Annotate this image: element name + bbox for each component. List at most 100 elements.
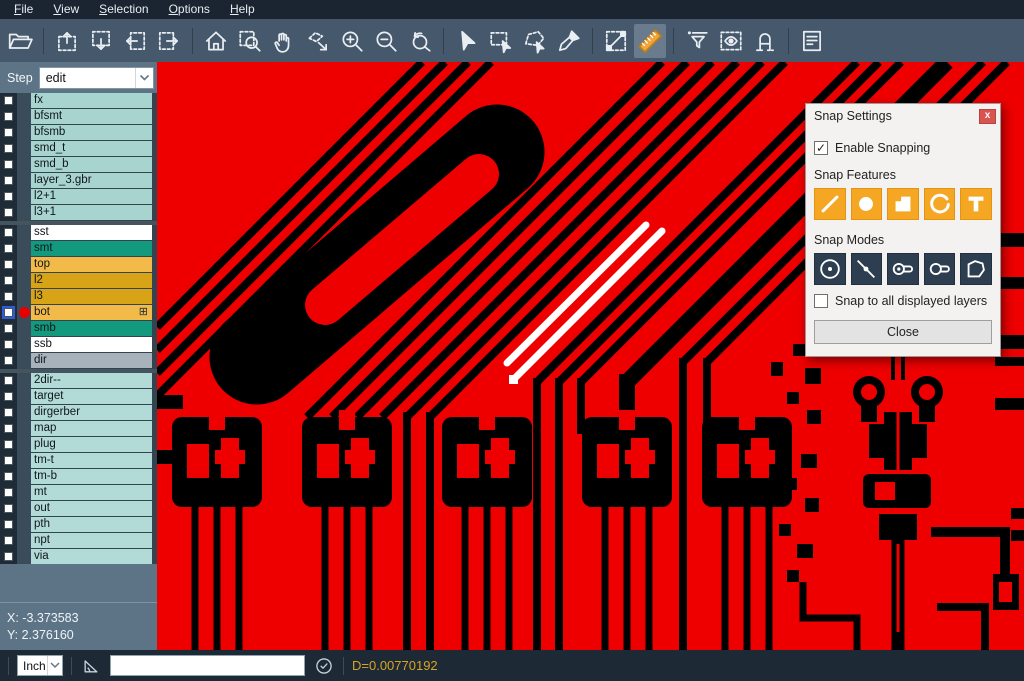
layer-name[interactable]: ssb — [31, 337, 152, 352]
zoom-in-button[interactable] — [336, 24, 368, 58]
layer-visibility-checkbox[interactable] — [4, 324, 13, 333]
layer-name[interactable]: 2dir-- — [31, 373, 152, 388]
zoom-previous-button[interactable] — [404, 24, 436, 58]
layer-name[interactable]: bot⊞ — [31, 305, 152, 320]
layer-visibility-checkbox[interactable] — [4, 392, 13, 401]
measure-distance-button[interactable] — [600, 24, 632, 58]
layer-name[interactable]: bfsmb — [31, 125, 152, 140]
layer-visibility-checkbox[interactable] — [4, 112, 13, 121]
layer-visibility-checkbox[interactable] — [4, 456, 13, 465]
close-icon[interactable]: x — [979, 109, 996, 124]
layer-row-mt[interactable]: mt — [0, 485, 157, 500]
layer-name[interactable]: l3 — [31, 289, 152, 304]
layer-visibility-checkbox[interactable] — [4, 340, 13, 349]
layer-row-npt[interactable]: npt — [0, 533, 157, 548]
layer-row-out[interactable]: out — [0, 501, 157, 516]
menu-item-file[interactable]: File — [4, 0, 43, 19]
select-polygon-button[interactable] — [519, 24, 551, 58]
layer-visibility-checkbox[interactable] — [4, 552, 13, 561]
zoom-window-button[interactable] — [234, 24, 266, 58]
layer-visibility-checkbox[interactable] — [4, 472, 13, 481]
snap-mode-center-button[interactable] — [814, 253, 846, 285]
layer-name[interactable]: fx — [31, 93, 152, 108]
layer-row-l3+1[interactable]: l3+1 — [0, 205, 157, 220]
layer-visibility-checkbox[interactable] — [4, 308, 13, 317]
layer-name[interactable]: smt — [31, 241, 152, 256]
snap-feature-text-button[interactable] — [960, 188, 992, 220]
snap-all-layers-checkbox[interactable] — [814, 294, 828, 308]
snap-magnet-button[interactable] — [749, 24, 781, 58]
layer-row-bfsmt[interactable]: bfsmt — [0, 109, 157, 124]
layer-row-sst[interactable]: sst — [0, 225, 157, 240]
layer-row-l2+1[interactable]: l2+1 — [0, 189, 157, 204]
layer-row-pth[interactable]: pth — [0, 517, 157, 532]
layer-visibility-checkbox[interactable] — [4, 488, 13, 497]
dialog-title-bar[interactable]: Snap Settings x — [806, 104, 1000, 128]
units-select[interactable]: Inch — [17, 655, 63, 676]
step-select[interactable]: edit — [39, 67, 154, 89]
select-rectangle-button[interactable] — [485, 24, 517, 58]
layer-visibility-checkbox[interactable] — [4, 504, 13, 513]
layer-row-fx[interactable]: fx — [0, 93, 157, 108]
menu-item-view[interactable]: View — [43, 0, 89, 19]
clean-brush-button[interactable] — [553, 24, 585, 58]
pan-hand-button[interactable] — [268, 24, 300, 58]
menu-item-help[interactable]: Help — [220, 0, 265, 19]
open-file-button[interactable] — [4, 24, 36, 58]
layer-visibility-checkbox[interactable] — [4, 376, 13, 385]
layer-row-tm-t[interactable]: tm-t — [0, 453, 157, 468]
layer-row-2dir--[interactable]: 2dir-- — [0, 373, 157, 388]
layer-row-dir[interactable]: dir — [0, 353, 157, 368]
layer-visibility-checkbox[interactable] — [4, 176, 13, 185]
layer-name[interactable]: target — [31, 389, 152, 404]
layer-row-smb[interactable]: smb — [0, 321, 157, 336]
layer-row-target[interactable]: target — [0, 389, 157, 404]
layer-visibility-checkbox[interactable] — [4, 356, 13, 365]
layer-visibility-checkbox[interactable] — [4, 144, 13, 153]
layer-row-layer_3.gbr[interactable]: layer_3.gbr — [0, 173, 157, 188]
layer-visibility-checkbox[interactable] — [4, 244, 13, 253]
move-view-button[interactable] — [302, 24, 334, 58]
layer-visibility-checkbox[interactable] — [4, 440, 13, 449]
layer-name[interactable]: smd_b — [31, 157, 152, 172]
angle-mode-button[interactable] — [80, 655, 102, 677]
snap-feature-arc-button[interactable] — [924, 188, 956, 220]
pan-down-button[interactable] — [85, 24, 117, 58]
layer-visibility-checkbox[interactable] — [4, 536, 13, 545]
layer-row-l3[interactable]: l3 — [0, 289, 157, 304]
report-form-button[interactable] — [796, 24, 828, 58]
layer-visibility-checkbox[interactable] — [4, 424, 13, 433]
layer-row-map[interactable]: map — [0, 421, 157, 436]
menu-item-options[interactable]: Options — [159, 0, 220, 19]
layer-row-bfsmb[interactable]: bfsmb — [0, 125, 157, 140]
layer-name[interactable]: plug — [31, 437, 152, 452]
layer-row-smt[interactable]: smt — [0, 241, 157, 256]
layer-name[interactable]: dirgerber — [31, 405, 152, 420]
layer-name[interactable]: top — [31, 257, 152, 272]
layer-visibility-checkbox[interactable] — [4, 192, 13, 201]
layer-visibility-checkbox[interactable] — [4, 228, 13, 237]
enable-snapping-checkbox[interactable]: ✓ — [814, 141, 828, 155]
layer-row-via[interactable]: via — [0, 549, 157, 564]
zoom-home-button[interactable] — [200, 24, 232, 58]
layer-visibility-checkbox[interactable] — [4, 520, 13, 529]
layer-visibility-checkbox[interactable] — [4, 160, 13, 169]
select-arrow-button[interactable] — [451, 24, 483, 58]
apply-button[interactable] — [313, 655, 335, 677]
close-button[interactable]: Close — [814, 320, 992, 344]
layer-name[interactable]: tm-b — [31, 469, 152, 484]
command-input[interactable] — [110, 655, 305, 676]
layer-visibility-checkbox[interactable] — [4, 292, 13, 301]
layer-name[interactable]: via — [31, 549, 152, 564]
ruler-button[interactable] — [634, 24, 666, 58]
snap-mode-slot-center-hole-button[interactable] — [887, 253, 919, 285]
layer-row-smd_t[interactable]: smd_t — [0, 141, 157, 156]
layer-name[interactable]: tm-t — [31, 453, 152, 468]
layer-visibility-checkbox[interactable] — [4, 208, 13, 217]
layer-row-tm-b[interactable]: tm-b — [0, 469, 157, 484]
layer-grid-icon[interactable]: ⊞ — [139, 307, 148, 318]
layer-visibility-checkbox[interactable] — [4, 276, 13, 285]
layer-name[interactable]: map — [31, 421, 152, 436]
layer-name[interactable]: l2 — [31, 273, 152, 288]
snap-feature-line-button[interactable] — [814, 188, 846, 220]
